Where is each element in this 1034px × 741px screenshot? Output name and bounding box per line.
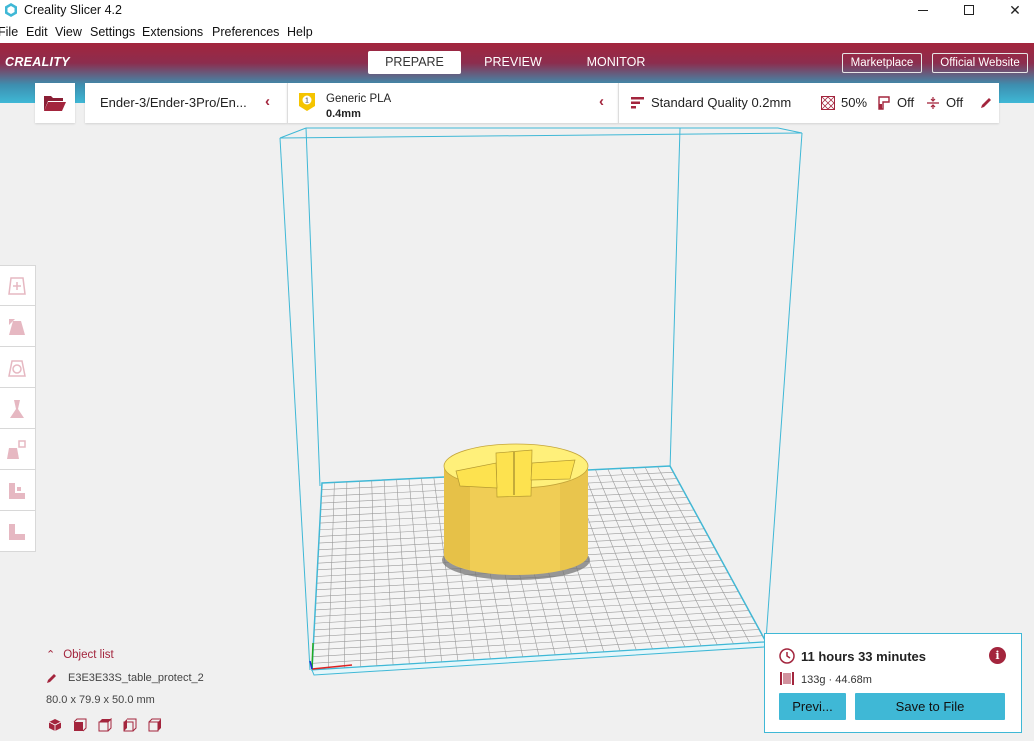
model-table-protect <box>442 443 590 580</box>
view-3d-icon[interactable] <box>48 718 62 732</box>
adhesion-value: Off <box>946 95 964 110</box>
view-right-icon[interactable] <box>148 718 162 732</box>
save-to-file-button[interactable]: Save to File <box>855 693 1005 720</box>
support-value: Off <box>897 95 915 110</box>
brand-logo: CREALITY <box>5 55 70 69</box>
mirror-tool-button[interactable] <box>0 389 35 429</box>
menu-extensions[interactable]: Extensions <box>142 25 203 39</box>
marketplace-button[interactable]: Marketplace <box>842 53 922 73</box>
maximize-icon <box>964 5 974 15</box>
chevron-up-icon: ⌃ <box>46 649 56 661</box>
quality-profile: Standard Quality 0.2mm <box>651 95 792 110</box>
material-selector[interactable]: 1 Generic PLA 0.4mm ‹ <box>287 83 618 123</box>
menu-preferences[interactable]: Preferences <box>212 25 279 39</box>
menu-bar: File Edit View Settings Extensions Prefe… <box>0 22 1034 43</box>
preview-button[interactable]: Previ... <box>779 693 846 720</box>
lay-flat-button[interactable] <box>0 512 35 552</box>
chevron-left-icon: ‹ <box>265 93 270 110</box>
camera-view-buttons <box>46 718 166 734</box>
filament-spool-icon <box>780 672 794 685</box>
menu-view[interactable]: View <box>55 25 82 39</box>
per-model-settings-icon <box>7 440 26 459</box>
official-website-button[interactable]: Official Website <box>932 53 1028 73</box>
menu-file[interactable]: File <box>0 25 18 39</box>
object-name: E3E3E33S_table_protect_2 <box>68 672 204 684</box>
rotate-tool-button[interactable] <box>0 348 35 388</box>
pencil-icon[interactable] <box>46 672 58 684</box>
print-time: 11 hours 33 minutes <box>801 649 926 664</box>
window-title: Creality Slicer 4.2 <box>24 3 122 17</box>
maximize-button[interactable] <box>946 0 992 22</box>
chevron-left-icon: ‹ <box>599 93 604 110</box>
nozzle-size: 0.4mm <box>326 108 361 120</box>
view-left-icon[interactable] <box>123 718 137 732</box>
clock-icon <box>779 648 795 664</box>
infill-value: 50% <box>841 95 868 110</box>
menu-edit[interactable]: Edit <box>26 25 48 39</box>
close-icon: ✕ <box>1009 2 1021 18</box>
object-dimensions: 80.0 x 79.9 x 50.0 mm <box>46 694 155 706</box>
menu-help[interactable]: Help <box>287 25 313 39</box>
edit-settings-icon[interactable] <box>979 96 993 110</box>
tab-preview[interactable]: PREVIEW <box>470 51 556 74</box>
lay-flat-icon <box>9 524 25 540</box>
print-info-panel: 11 hours 33 minutes i 133g · 44.68m Prev… <box>764 633 1022 733</box>
scale-tool-button[interactable] <box>0 307 35 347</box>
printer-name: Ender-3/Ender-3Pro/En... <box>100 95 247 110</box>
close-button[interactable]: ✕ <box>992 0 1034 22</box>
object-list-label: Object list <box>63 649 114 661</box>
support-blocker-icon <box>9 483 25 499</box>
extruder-badge-icon: 1 <box>299 93 315 111</box>
move-icon <box>8 277 26 295</box>
printer-selector[interactable]: Ender-3/Ender-3Pro/En... ‹ <box>85 83 287 123</box>
view-front-icon[interactable] <box>73 718 87 732</box>
material-name: Generic PLA <box>326 93 392 105</box>
quality-icon <box>631 97 644 109</box>
print-settings-selector[interactable]: Standard Quality 0.2mm 50% Off Off <box>618 83 999 123</box>
move-tool-button[interactable] <box>0 266 35 306</box>
mirror-icon <box>10 400 24 418</box>
title-bar: Creality Slicer 4.2 ✕ <box>0 0 1034 22</box>
tool-panel <box>0 265 36 552</box>
view-top-icon[interactable] <box>98 718 112 732</box>
support-icon <box>878 96 890 110</box>
menu-settings[interactable]: Settings <box>90 25 135 39</box>
object-list-toggle[interactable]: ⌃ Object list <box>46 648 114 661</box>
material-usage: 133g · 44.68m <box>801 674 872 686</box>
minimize-icon <box>918 10 928 11</box>
scale-icon <box>9 319 25 335</box>
infill-icon <box>821 96 835 110</box>
folder-open-icon <box>44 96 66 111</box>
rotate-icon <box>8 360 26 377</box>
tab-monitor[interactable]: MONITOR <box>570 51 662 74</box>
extruder-number: 1 <box>305 98 309 105</box>
adhesion-icon <box>927 97 939 109</box>
info-icon[interactable]: i <box>989 647 1006 664</box>
support-blocker-button[interactable] <box>0 471 35 511</box>
tab-prepare[interactable]: PREPARE <box>368 51 461 74</box>
minimize-button[interactable] <box>900 0 946 22</box>
open-file-button[interactable] <box>35 83 75 123</box>
app-logo-icon <box>5 3 17 17</box>
per-model-settings-button[interactable] <box>0 430 35 470</box>
